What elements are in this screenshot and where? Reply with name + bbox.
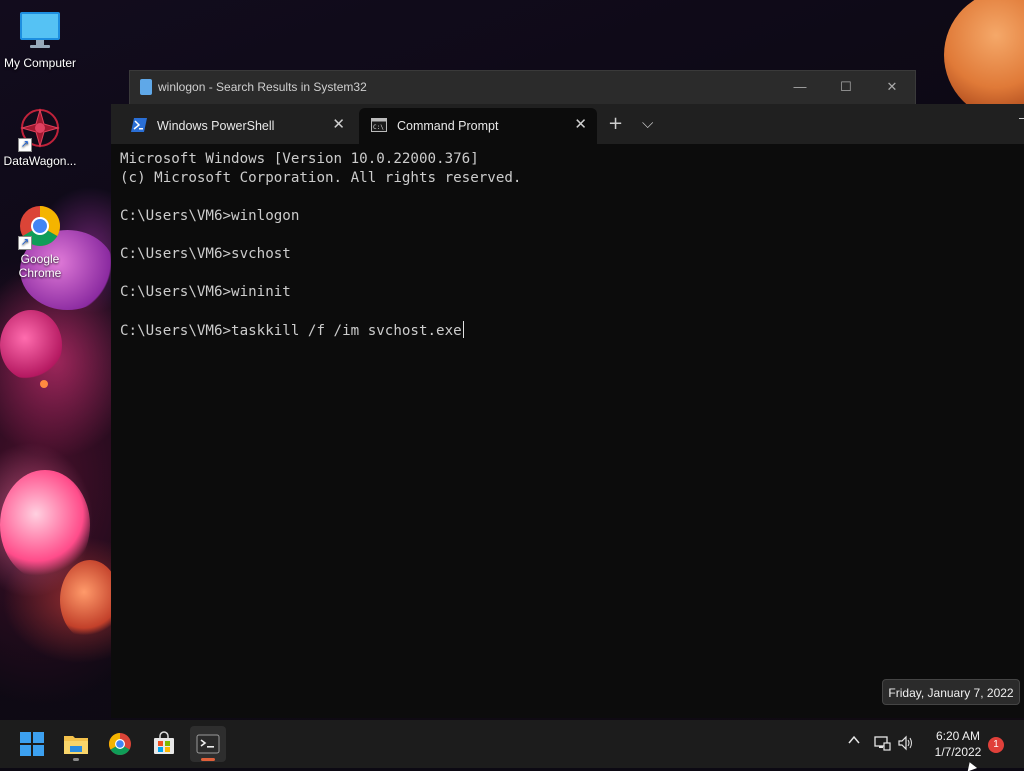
active-indicator [201,758,215,761]
folder-icon [140,79,152,95]
desktop-icon-label: DataWagon... [3,154,77,168]
monitor-icon [18,8,62,52]
start-button[interactable] [14,726,50,762]
taskbar: 6:20 AM 1/7/2022 [0,720,1024,768]
console-line: C:\Users\VM6>winlogon [120,208,300,224]
volume-icon[interactable] [897,734,915,756]
close-button[interactable]: ✕ [869,75,915,99]
date-tooltip: Friday, January 7, 2022 [882,679,1020,705]
explorer-window-background[interactable]: winlogon - Search Results in System32 — … [129,70,916,108]
shortcut-arrow-icon: ↗ [18,236,32,250]
minimize-icon[interactable] [1019,118,1024,119]
desktop-icon-label: Google Chrome [18,252,62,280]
desktop-icon-datawagon[interactable]: ↗ DataWagon... [0,106,80,168]
window-title: winlogon - Search Results in System32 [158,80,367,94]
console-line: C:\Users\VM6>svchost [120,246,291,262]
wallpaper-planet [944,0,1024,120]
tab-label: Windows PowerShell [157,119,275,133]
text-cursor [462,321,464,338]
wallpaper-blob [40,380,48,388]
desktop-icon-label: My Computer [3,56,77,70]
mouse-cursor-icon [964,760,978,771]
close-icon[interactable]: ✕ [332,117,345,133]
chevron-up-icon[interactable] [847,733,861,751]
new-tab-button[interactable]: + [608,114,623,134]
close-icon[interactable]: ✕ [574,117,587,133]
chrome-icon: ↗ [18,204,62,250]
store-button[interactable] [146,726,182,762]
chevron-down-icon[interactable]: ⌵ [642,113,653,133]
datawagon-icon: ↗ [18,106,62,152]
file-explorer-button[interactable] [58,726,94,762]
network-icon[interactable] [873,734,891,756]
terminal-window[interactable]: Windows PowerShell ✕ C:\ Command Prompt … [111,104,1024,718]
tab-windows-powershell[interactable]: Windows PowerShell ✕ [119,108,355,144]
powershell-icon [131,118,147,132]
terminal-icon [196,734,220,754]
folder-icon [64,736,88,754]
clock-time: 6:20 AM [935,729,981,743]
svg-text:C:\: C:\ [373,124,384,131]
clock[interactable]: 6:20 AM 1/7/2022 [924,724,992,764]
desktop-icon-my-computer[interactable]: My Computer [0,8,80,70]
tab-label: Command Prompt [397,119,499,133]
clock-date: 1/7/2022 [934,745,982,759]
running-indicator [73,758,79,761]
cmd-icon: C:\ [371,118,387,132]
chrome-taskbar-button[interactable] [102,726,138,762]
store-icon [154,731,174,754]
wallpaper-blob [0,310,62,380]
console-line: (c) Microsoft Corporation. All rights re… [120,170,522,186]
console-line: C:\Users\VM6>taskkill /f /im svchost.exe [120,323,462,339]
console-line: C:\Users\VM6>wininit [120,284,291,300]
notification-badge[interactable]: 1 [988,737,1004,753]
tab-bar: Windows PowerShell ✕ C:\ Command Prompt … [111,104,1024,144]
desktop-icon-google-chrome[interactable]: ↗ Google Chrome [0,204,80,280]
console-output[interactable]: Microsoft Windows [Version 10.0.22000.37… [120,150,521,341]
tab-command-prompt[interactable]: C:\ Command Prompt ✕ [359,108,597,144]
console-line: Microsoft Windows [Version 10.0.22000.37… [120,151,479,167]
windows-start-icon [20,732,44,756]
terminal-taskbar-button[interactable] [190,726,226,762]
maximize-button[interactable]: ☐ [823,75,869,99]
chrome-icon [109,733,131,755]
minimize-button[interactable]: — [777,75,823,99]
shortcut-arrow-icon: ↗ [18,138,32,152]
